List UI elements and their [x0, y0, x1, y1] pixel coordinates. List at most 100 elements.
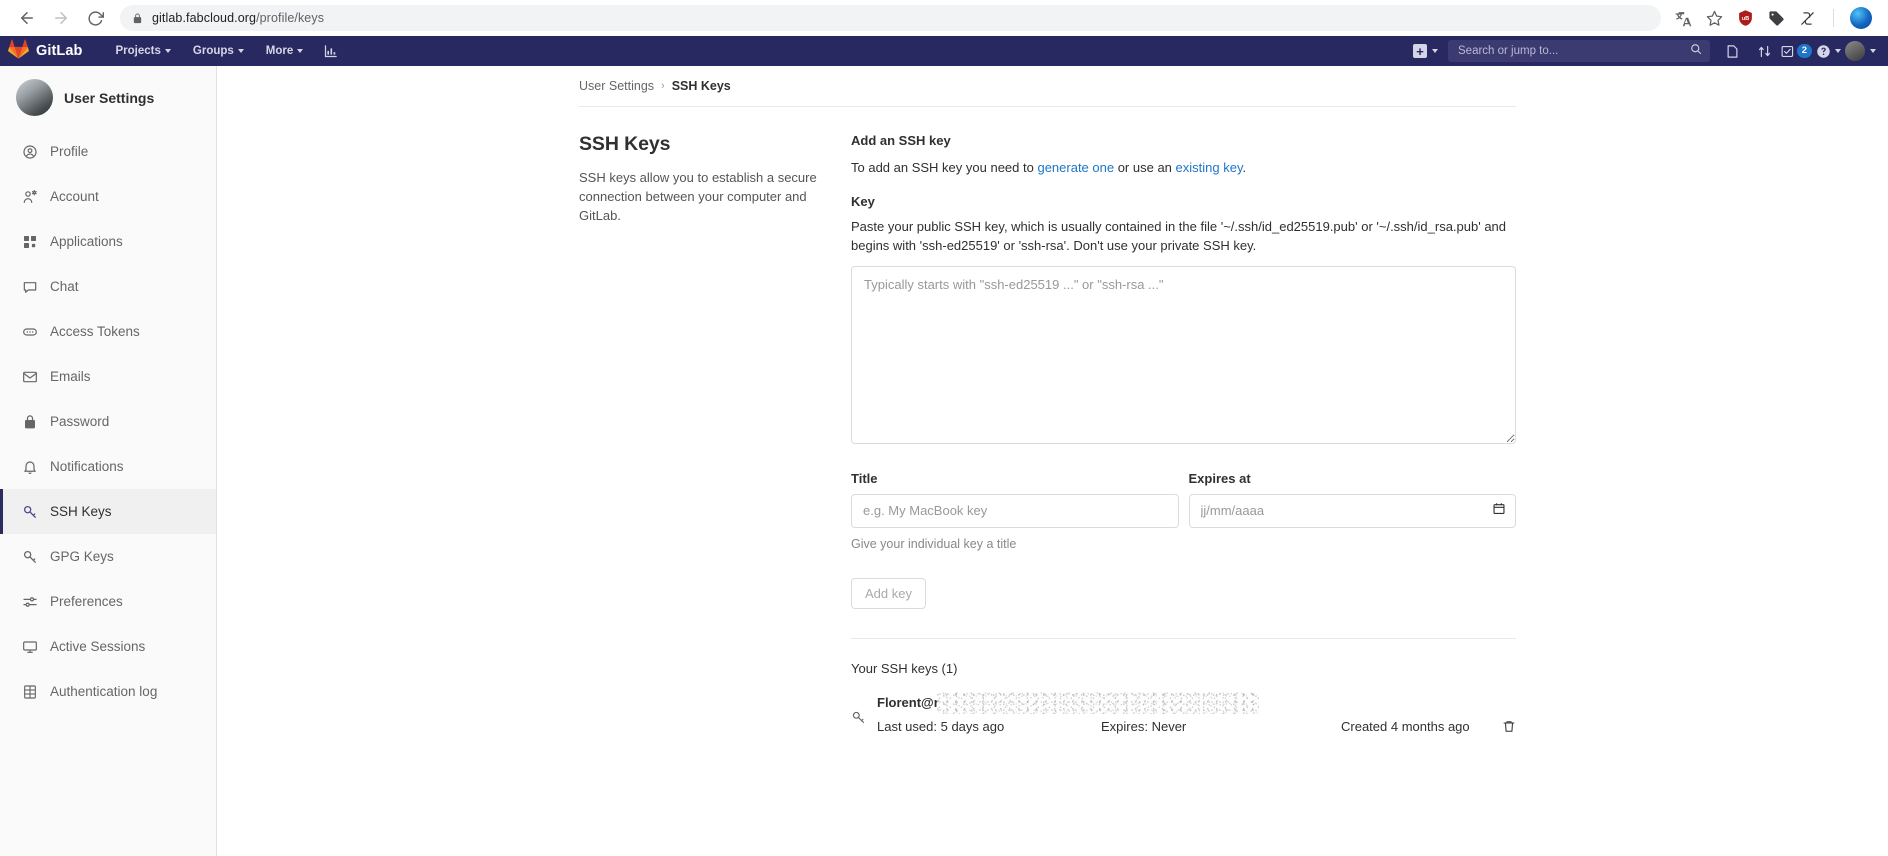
sidebar-item-account[interactable]: Account — [0, 174, 216, 219]
sidebar-item-label: Password — [50, 414, 110, 429]
title-expiry-row: Title Give your individual key a title E… — [851, 471, 1516, 551]
form-heading: Add an SSH key — [851, 133, 951, 148]
sidebar-item-gpg-keys[interactable]: GPG Keys — [0, 534, 216, 579]
sidebar-item-chat[interactable]: Chat — [0, 264, 216, 309]
chevron-down-icon — [237, 49, 244, 53]
sidebar-item-profile[interactable]: Profile — [0, 129, 216, 174]
breadcrumb: User Settings › SSH Keys — [579, 66, 1516, 107]
chevron-down-icon — [1834, 49, 1841, 53]
sidebar-item-label: Applications — [50, 234, 123, 249]
your-ssh-keys-title: Your SSH keys (1) — [851, 660, 958, 676]
address-bar[interactable]: gitlab.fabcloud.org/profile/keys — [120, 5, 1661, 31]
applications-icon — [21, 233, 38, 250]
key-title-line: Florent@r — [877, 691, 1516, 714]
nav-item-more[interactable]: More — [255, 36, 314, 66]
sidebar-item-authentication-log[interactable]: Authentication log — [0, 669, 216, 714]
lock-icon — [21, 413, 38, 430]
add-key-form: Add an SSH key To add an SSH key you nee… — [851, 133, 1516, 734]
translate-icon[interactable] — [1673, 8, 1693, 28]
sidebar-item-applications[interactable]: Applications — [0, 219, 216, 264]
nav-item-projects[interactable]: Projects — [105, 36, 182, 66]
generate-one-link[interactable]: generate one — [1037, 160, 1114, 175]
sidebar-item-active-sessions[interactable]: Active Sessions — [0, 624, 216, 669]
todos-count-badge: 2 — [1796, 43, 1812, 59]
help-circle-icon[interactable] — [1812, 36, 1844, 66]
gitlab-logo-icon — [8, 39, 29, 64]
sidebar-title: User Settings — [64, 89, 155, 106]
breadcrumb-current: SSH Keys — [671, 79, 731, 93]
page-description: SSH keys allow you to establish a secure… — [579, 170, 817, 223]
sidebar-item-label: Profile — [50, 144, 89, 159]
browser-profile-avatar[interactable] — [1850, 7, 1872, 29]
sidebar-item-preferences[interactable]: Preferences — [0, 579, 216, 624]
extension-icon[interactable] — [1797, 8, 1817, 28]
sidebar-item-label: GPG Keys — [50, 549, 114, 564]
search-input[interactable] — [1456, 44, 1690, 58]
svg-text:uB: uB — [1741, 16, 1749, 22]
url-text: gitlab.fabcloud.org/profile/keys — [152, 11, 325, 25]
user-menu[interactable] — [1844, 36, 1876, 66]
sidebar-item-notifications[interactable]: Notifications — [0, 444, 216, 489]
nav-item-label: More — [265, 45, 294, 57]
envelope-icon — [21, 368, 38, 385]
todos-icon[interactable]: 2 — [1780, 36, 1812, 66]
browser-toolbar: gitlab.fabcloud.org/profile/keys uB — [0, 0, 1888, 36]
search-icon — [1690, 42, 1702, 60]
tag-icon[interactable] — [1766, 8, 1786, 28]
chevron-down-icon — [297, 49, 304, 53]
sidebar-item-password[interactable]: Password — [0, 399, 216, 444]
plus-icon: + — [1413, 44, 1427, 58]
key-icon — [21, 503, 38, 520]
title-field-hint: Give your individual key a title — [851, 536, 1017, 551]
trash-icon[interactable] — [1494, 719, 1516, 734]
sidebar-item-access-tokens[interactable]: Access Tokens — [0, 309, 216, 354]
sidebar-header[interactable]: User Settings — [0, 66, 216, 129]
chart-bar-icon[interactable] — [314, 36, 346, 66]
nav-item-label: Projects — [115, 45, 161, 57]
ssh-key-textarea[interactable] — [851, 265, 1516, 444]
chevron-right-icon: › — [661, 80, 665, 92]
sidebar-item-label: Preferences — [50, 594, 123, 609]
sidebar-item-label: Emails — [50, 369, 91, 384]
gitlab-home-link[interactable]: GitLab — [8, 39, 83, 64]
sidebar-item-label: Notifications — [50, 459, 124, 474]
browser-extensions: uB — [1673, 7, 1876, 29]
sidebar-item-label: Authentication log — [50, 684, 158, 699]
redacted-key-fingerprint — [936, 691, 1259, 714]
back-arrow-icon[interactable] — [12, 3, 42, 33]
profile-icon — [21, 143, 38, 160]
main-content: User Settings › SSH Keys SSH Keys SSH ke… — [217, 66, 1888, 856]
sliders-icon — [21, 593, 38, 610]
breadcrumb-parent[interactable]: User Settings — [579, 79, 654, 93]
title-input[interactable] — [851, 493, 1179, 528]
log-icon — [21, 683, 38, 700]
table-row: Florent@r Last used: 5 days ago Expires:… — [851, 691, 1516, 734]
merge-request-icon[interactable] — [1748, 36, 1780, 66]
app-body: User Settings Profile Account Applicatio… — [0, 66, 1888, 856]
forward-arrow-icon[interactable] — [46, 3, 76, 33]
reload-icon[interactable] — [80, 3, 110, 33]
bell-icon — [21, 458, 38, 475]
user-settings-sidebar: User Settings Profile Account Applicatio… — [0, 66, 217, 856]
add-key-button[interactable]: Add key — [851, 577, 926, 609]
create-new-button[interactable]: + — [1403, 36, 1448, 66]
issues-icon[interactable] — [1716, 36, 1748, 66]
key-icon — [851, 692, 866, 730]
key-last-used: Last used: 5 days ago — [877, 718, 1005, 734]
expires-date-input[interactable] — [1188, 493, 1516, 528]
toolbar-divider — [1833, 9, 1834, 27]
key-field-hint: Paste your public SSH key, which is usua… — [851, 218, 1507, 254]
sidebar-item-label: SSH Keys — [50, 504, 112, 519]
sidebar-item-label: Access Tokens — [50, 324, 140, 339]
sidebar-item-ssh-keys[interactable]: SSH Keys — [0, 489, 216, 534]
monitor-icon — [21, 638, 38, 655]
sidebar-item-emails[interactable]: Emails — [0, 354, 216, 399]
ublock-origin-icon[interactable]: uB — [1735, 8, 1755, 28]
navbar-right-actions: + 2 — [1403, 36, 1876, 66]
nav-item-groups[interactable]: Groups — [182, 36, 255, 66]
global-search[interactable] — [1448, 40, 1710, 62]
form-instructions: To add an SSH key you need to generate o… — [851, 158, 1516, 178]
key-details: Florent@r Last used: 5 days ago Expires:… — [877, 691, 1516, 734]
existing-key-link[interactable]: existing key — [1176, 160, 1243, 175]
bookmark-star-icon[interactable] — [1704, 8, 1724, 28]
